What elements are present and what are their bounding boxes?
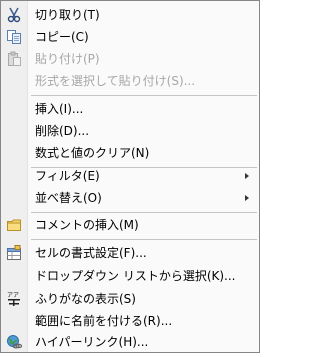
menu-item-label: 貼り付け(P): [35, 52, 100, 66]
submenu-arrow-icon: [245, 173, 249, 179]
menu-item-label: 削除(D)...: [35, 124, 90, 138]
submenu-arrow-icon: [245, 195, 249, 201]
menu-item-clear-contents[interactable]: 数式と値のクリア(N): [1, 142, 259, 164]
menu-item-format-cells[interactable]: セルの書式設定(F)...: [1, 242, 259, 264]
hyperlink-icon: [6, 334, 23, 350]
format-cells-icon: [6, 245, 22, 261]
menu-item-name-range[interactable]: 範囲に名前を付ける(R)...: [1, 310, 259, 332]
menu-item-label: フィルタ(E): [35, 169, 100, 183]
menu-item-label: ドロップダウン リストから選択(K)...: [35, 269, 236, 283]
menu-item-label: セルの書式設定(F)...: [35, 246, 147, 260]
menu-item-label: ふりがなの表示(S): [35, 292, 136, 306]
svg-text:ア: ア: [13, 292, 19, 299]
menu-item-copy[interactable]: コピー(C): [1, 26, 259, 48]
menu-item-label: 挿入(I)...: [35, 102, 84, 116]
menu-item-sort[interactable]: 並べ替え(O): [1, 187, 259, 209]
menu-item-label: 範囲に名前を付ける(R)...: [35, 314, 173, 328]
menu-item-pick-from-list[interactable]: ドロップダウン リストから選択(K)...: [1, 265, 259, 287]
menu-item-label: コメントの挿入(M): [35, 218, 139, 232]
scissors-icon: [6, 7, 22, 23]
paste-icon: [6, 51, 22, 67]
menu-item-label: 並べ替え(O): [35, 191, 102, 205]
menu-item-label: コピー(C): [35, 30, 89, 44]
menu-item-show-phonetic[interactable]: ア ア ふりがなの表示(S): [1, 288, 259, 310]
menu-separator: [31, 212, 257, 213]
menu-item-label: 数式と値のクリア(N): [35, 146, 150, 160]
menu-item-delete[interactable]: 削除(D)...: [1, 120, 259, 142]
menu-item-paste-special[interactable]: 形式を選択して貼り付け(S)...: [1, 70, 259, 92]
menu-item-label: 切り取り(T): [35, 8, 100, 22]
comment-icon: [6, 217, 22, 233]
menu-item-cut[interactable]: 切り取り(T): [1, 4, 259, 26]
phonetic-icon: ア ア: [6, 291, 22, 307]
menu-separator: [31, 95, 257, 96]
menu-item-insert-comment[interactable]: コメントの挿入(M): [1, 214, 259, 236]
menu-item-label: 形式を選択して貼り付け(S)...: [35, 74, 196, 88]
menu-item-label: ハイパーリンク(H)...: [35, 335, 149, 349]
context-menu: 切り取り(T) コピー(C) 貼り付け(P) 形式を選択して貼り付け(S)...…: [0, 0, 260, 353]
copy-icon: [6, 29, 22, 45]
menu-item-hyperlink[interactable]: ハイパーリンク(H)...: [1, 331, 259, 353]
menu-separator: [31, 239, 257, 240]
menu-item-insert[interactable]: 挿入(I)...: [1, 98, 259, 120]
menu-item-paste[interactable]: 貼り付け(P): [1, 48, 259, 70]
menu-item-filter[interactable]: フィルタ(E): [1, 165, 259, 187]
